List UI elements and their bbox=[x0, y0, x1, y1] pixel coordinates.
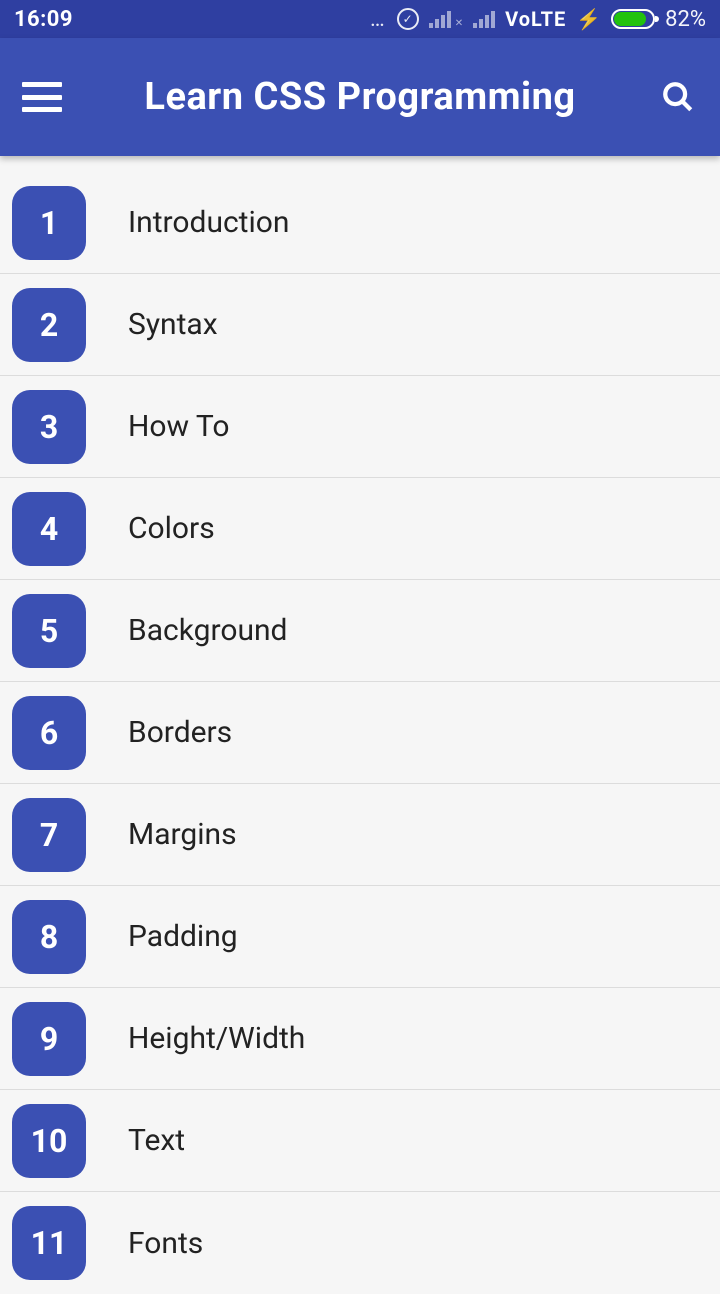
topic-number-badge: 8 bbox=[12, 900, 86, 974]
status-volte: VoLTE bbox=[505, 7, 566, 31]
topic-number-badge: 7 bbox=[12, 798, 86, 872]
topic-number-badge: 5 bbox=[12, 594, 86, 668]
topic-number-badge: 3 bbox=[12, 390, 86, 464]
topic-label: Borders bbox=[128, 715, 232, 750]
list-item[interactable]: 7 Margins bbox=[0, 784, 720, 886]
more-dots-icon: … bbox=[370, 7, 387, 32]
signal-2-icon bbox=[473, 10, 495, 28]
charging-icon: ⚡ bbox=[576, 7, 601, 31]
topic-label: Background bbox=[128, 613, 287, 648]
battery-icon bbox=[611, 9, 655, 29]
topic-label: Height/Width bbox=[128, 1021, 305, 1056]
topic-label: Text bbox=[128, 1123, 185, 1158]
list-item[interactable]: 9 Height/Width bbox=[0, 988, 720, 1090]
topic-list: 1 Introduction 2 Syntax 3 How To 4 Colors 5 Backg… bbox=[0, 156, 720, 1294]
topic-number-badge: 9 bbox=[12, 1002, 86, 1076]
topic-number-badge: 2 bbox=[12, 288, 86, 362]
search-icon bbox=[661, 80, 695, 114]
app-bar: Learn CSS Programming bbox=[0, 38, 720, 156]
list-item[interactable]: 1 Introduction bbox=[0, 172, 720, 274]
status-time: 16:09 bbox=[14, 7, 73, 32]
no-sim-x-icon: ✕ bbox=[455, 18, 463, 29]
list-item[interactable]: 6 Borders bbox=[0, 682, 720, 784]
topic-label: Colors bbox=[128, 511, 215, 546]
page-title: Learn CSS Programming bbox=[62, 75, 658, 119]
topic-label: Introduction bbox=[128, 205, 289, 240]
list-item[interactable]: 11 Fonts bbox=[0, 1192, 720, 1294]
topic-number-badge: 11 bbox=[12, 1206, 86, 1280]
list-item[interactable]: 8 Padding bbox=[0, 886, 720, 988]
list-item[interactable]: 5 Background bbox=[0, 580, 720, 682]
topic-number-badge: 6 bbox=[12, 696, 86, 770]
topic-number-badge: 4 bbox=[12, 492, 86, 566]
menu-icon[interactable] bbox=[22, 82, 62, 112]
status-bar: 16:09 … ✕ VoLTE ⚡ 82% bbox=[0, 0, 720, 38]
topic-number-badge: 10 bbox=[12, 1104, 86, 1178]
topic-label: How To bbox=[128, 409, 229, 444]
topic-label: Margins bbox=[128, 817, 237, 852]
signal-1-icon bbox=[429, 10, 451, 28]
list-item[interactable]: 3 How To bbox=[0, 376, 720, 478]
topic-label: Syntax bbox=[128, 307, 218, 342]
alarm-icon bbox=[397, 8, 419, 30]
battery-percent: 82% bbox=[665, 7, 706, 32]
list-item[interactable]: 10 Text bbox=[0, 1090, 720, 1192]
list-item[interactable]: 2 Syntax bbox=[0, 274, 720, 376]
search-button[interactable] bbox=[658, 77, 698, 117]
topic-label: Padding bbox=[128, 919, 238, 954]
topic-number-badge: 1 bbox=[12, 186, 86, 260]
topic-label: Fonts bbox=[128, 1226, 203, 1261]
list-item[interactable]: 4 Colors bbox=[0, 478, 720, 580]
